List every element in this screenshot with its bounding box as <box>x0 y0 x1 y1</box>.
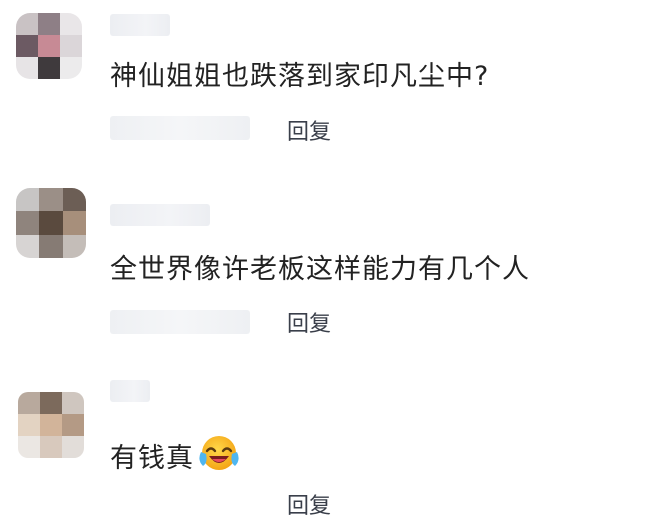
username-blurred <box>110 204 210 226</box>
avatar[interactable] <box>16 13 82 79</box>
comment-text-content: 有钱真 <box>110 443 194 474</box>
reply-button[interactable]: 回复 <box>287 114 331 146</box>
timestamp-blurred <box>110 310 250 334</box>
avatar[interactable] <box>18 392 84 458</box>
laughing-crying-emoji-icon <box>198 434 240 479</box>
username-blurred <box>110 14 170 36</box>
reply-button[interactable]: 回复 <box>287 306 331 338</box>
comment-item: 神仙姐姐也跌落到家印凡尘中? 回复 <box>0 0 650 170</box>
reply-button[interactable]: 回复 <box>287 488 331 520</box>
comment-text: 全世界像许老板这样能力有几个人 <box>110 254 530 285</box>
username-blurred <box>110 380 150 402</box>
timestamp-blurred <box>110 116 250 140</box>
avatar[interactable] <box>16 188 86 258</box>
comment-item: 全世界像许老板这样能力有几个人 回复 <box>0 170 650 350</box>
comment-text: 神仙姐姐也跌落到家印凡尘中? <box>110 61 490 92</box>
comment-text: 有钱真 <box>110 436 240 482</box>
comment-item: 有钱真 回复 <box>0 350 650 519</box>
